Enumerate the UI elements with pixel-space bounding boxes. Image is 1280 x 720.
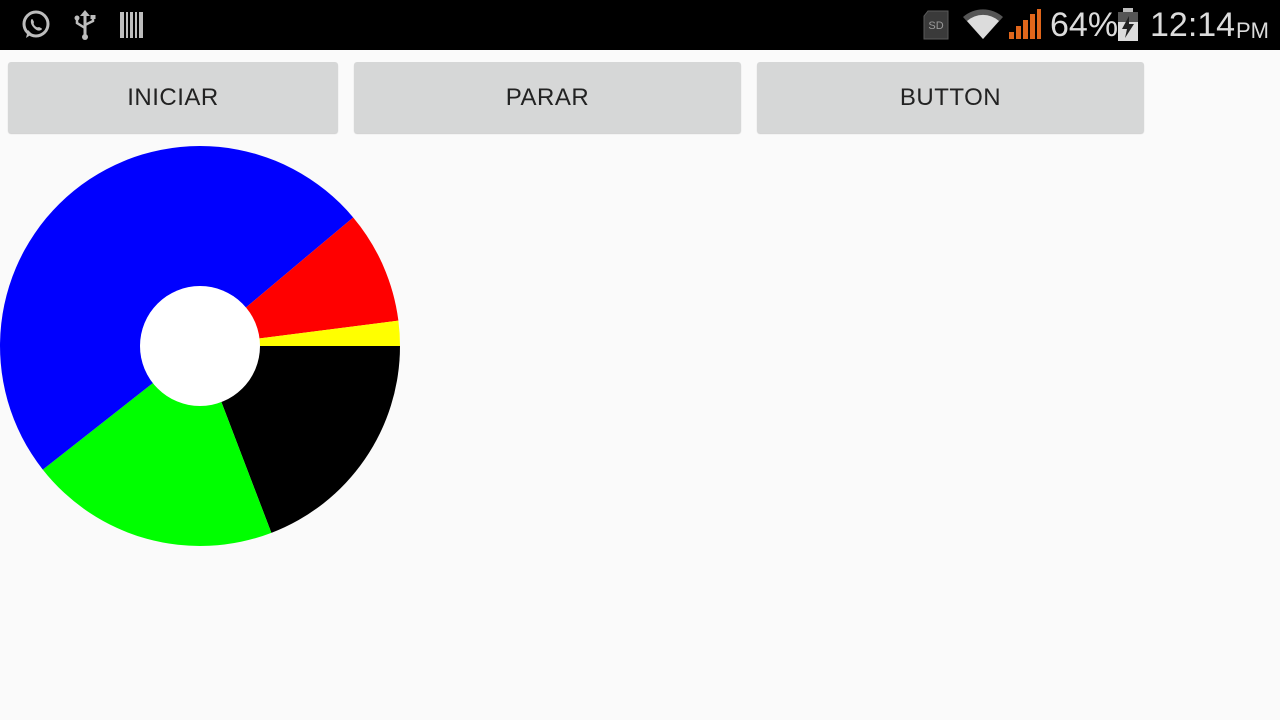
whatsapp-icon — [22, 10, 50, 38]
clock-time: 12:14 — [1150, 6, 1236, 44]
parar-button[interactable]: PARAR — [354, 62, 741, 133]
barcode-icon — [120, 12, 143, 38]
generic-button[interactable]: BUTTON — [757, 62, 1144, 133]
usb-icon — [74, 10, 96, 40]
iniciar-button[interactable]: INICIAR — [8, 62, 338, 133]
wifi-icon — [963, 9, 1003, 40]
donut-chart — [0, 146, 400, 546]
cell-signal-icon — [1009, 9, 1041, 39]
clock-ampm: PM — [1236, 18, 1269, 43]
battery-charging-icon — [1118, 8, 1138, 41]
sd-card-icon: SD — [923, 10, 949, 40]
status-bar: SD 64% 12:14 PM — [0, 0, 1280, 50]
donut-hole — [140, 286, 260, 406]
sd-label: SD — [928, 20, 943, 32]
battery-percent: 64% — [1050, 6, 1119, 44]
